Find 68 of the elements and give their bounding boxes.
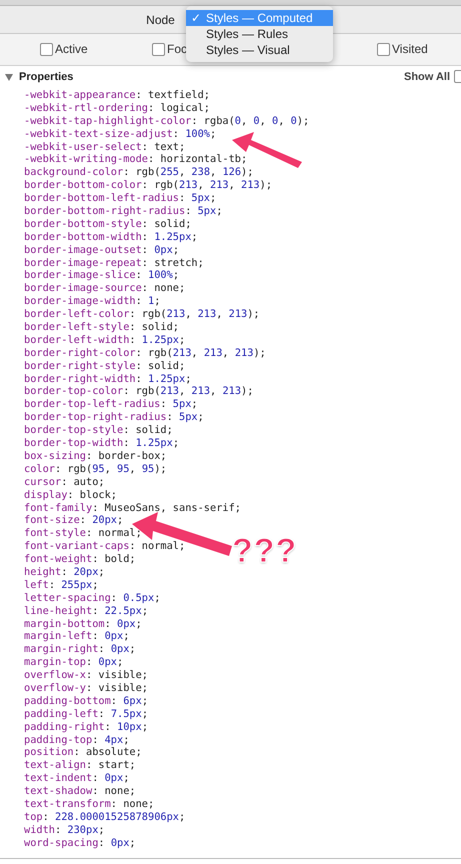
css-property-line: border-top-left-radius: 5px; (24, 398, 198, 412)
css-property-line: width: 230px; (24, 824, 105, 837)
pseudo-class-checkbox[interactable]: Visited (377, 42, 428, 56)
css-property-line: overflow-y: visible; (24, 682, 148, 695)
css-property-line: border-image-source: none; (24, 282, 186, 296)
css-property-line: text-transform: none; (24, 798, 154, 811)
css-property-line: text-indent: 0px; (24, 772, 130, 786)
css-property-line: border-bottom-left-radius: 5px; (24, 192, 216, 206)
css-property-line: overflow-x: visible; (24, 669, 148, 682)
css-property-line: border-bottom-color: rgb(213, 213, 213); (24, 179, 272, 192)
section-title: Properties (19, 71, 74, 83)
css-property-line: top: 228.00001525878906px; (24, 810, 186, 824)
css-property-line: background-color: rgb(255, 238, 126); (24, 166, 254, 180)
css-property-line: box-sizing: border-box; (24, 450, 167, 463)
css-property-line: -webkit-text-size-adjust: 100%; (24, 128, 216, 141)
css-property-line: left: 255px; (24, 578, 98, 592)
css-property-line: font-variant-caps: normal; (24, 540, 186, 554)
css-property-line: border-left-color: rgb(213, 213, 213); (24, 308, 260, 322)
css-property-line: -webkit-appearance: textfield; (24, 89, 210, 102)
css-property-line: border-image-repeat: stretch; (24, 256, 204, 270)
css-property-line: margin-bottom: 0px; (24, 618, 142, 630)
css-property-line: height: 20px; (24, 566, 105, 579)
css-property-line: border-right-color: rgb(213, 213, 213); (24, 346, 266, 360)
show-all-checkbox[interactable]: Show All (404, 70, 461, 83)
css-property-line: border-right-style: solid; (24, 360, 186, 373)
css-property-line: border-top-width: 1.25px; (24, 437, 180, 450)
pseudo-class-checkbox[interactable]: Foc (152, 42, 188, 56)
css-property-line: padding-bottom: 6px; (24, 694, 148, 708)
css-property-line: font-family: MuseoSans, sans-serif; (24, 502, 241, 514)
css-property-line: border-left-style: solid; (24, 321, 179, 334)
css-property-line: border-bottom-width: 1.25px; (24, 230, 198, 244)
css-property-line: position: absolute; (24, 746, 142, 760)
css-property-line: -webkit-user-select: text; (24, 140, 186, 154)
css-property-line: display: block; (24, 488, 118, 502)
css-property-line: -webkit-tap-highlight-color: rgba(0, 0, 0, 0); (24, 114, 310, 128)
css-property-line: border-left-width: 1.25px; (24, 334, 186, 347)
css-property-line: border-bottom-style: solid; (24, 218, 192, 231)
css-property-line: line-height: 22.5px; (24, 604, 148, 618)
pseudo-class-checkbox[interactable]: Active (40, 42, 88, 56)
css-property-line: font-weight: bold; (24, 553, 136, 566)
node-tab-label[interactable]: Node (146, 12, 175, 26)
css-property-line: margin-top: 0px; (24, 656, 124, 670)
menu-item[interactable]: Styles — Visual (186, 42, 333, 58)
css-property-line: border-image-width: 1; (24, 295, 160, 308)
css-property-line: color: rgb(95, 95, 95); (24, 462, 167, 476)
css-property-line: border-top-right-radius: 5px; (24, 411, 204, 424)
css-property-line: border-image-outset: 0px; (24, 244, 180, 257)
css-property-line: border-top-color: rgb(213, 213, 213); (24, 385, 254, 398)
css-property-line: margin-left: 0px; (24, 630, 130, 644)
menu-item[interactable]: Styles — Rules (186, 26, 333, 42)
css-property-line: border-image-slice: 100%; (24, 269, 180, 282)
css-property-line: cursor: auto; (24, 476, 105, 489)
disclosure-triangle-icon[interactable] (5, 74, 13, 80)
css-property-line: letter-spacing: 0.5px; (24, 592, 160, 605)
css-property-line: padding-top: 4px; (24, 734, 130, 746)
css-property-line: padding-right: 10px; (24, 720, 148, 734)
css-property-line: -webkit-rtl-ordering: logical; (24, 102, 210, 115)
css-property-line: border-bottom-right-radius: 5px; (24, 205, 222, 218)
css-property-line: border-top-style: solid; (24, 424, 173, 438)
css-property-line: border-right-width: 1.25px; (24, 372, 192, 386)
css-property-line: text-shadow: none; (24, 785, 136, 798)
css-property-line: word-spacing: 0px; (24, 836, 136, 850)
css-property-line: margin-right: 0px; (24, 643, 136, 656)
css-property-line: -webkit-writing-mode: horizontal-tb; (24, 153, 248, 166)
css-property-line: font-size: 20px; (24, 514, 124, 528)
css-property-line: padding-left: 7.5px; (24, 708, 148, 721)
css-property-line: text-align: start; (24, 759, 136, 772)
css-property-line: font-style: normal; (24, 527, 142, 540)
